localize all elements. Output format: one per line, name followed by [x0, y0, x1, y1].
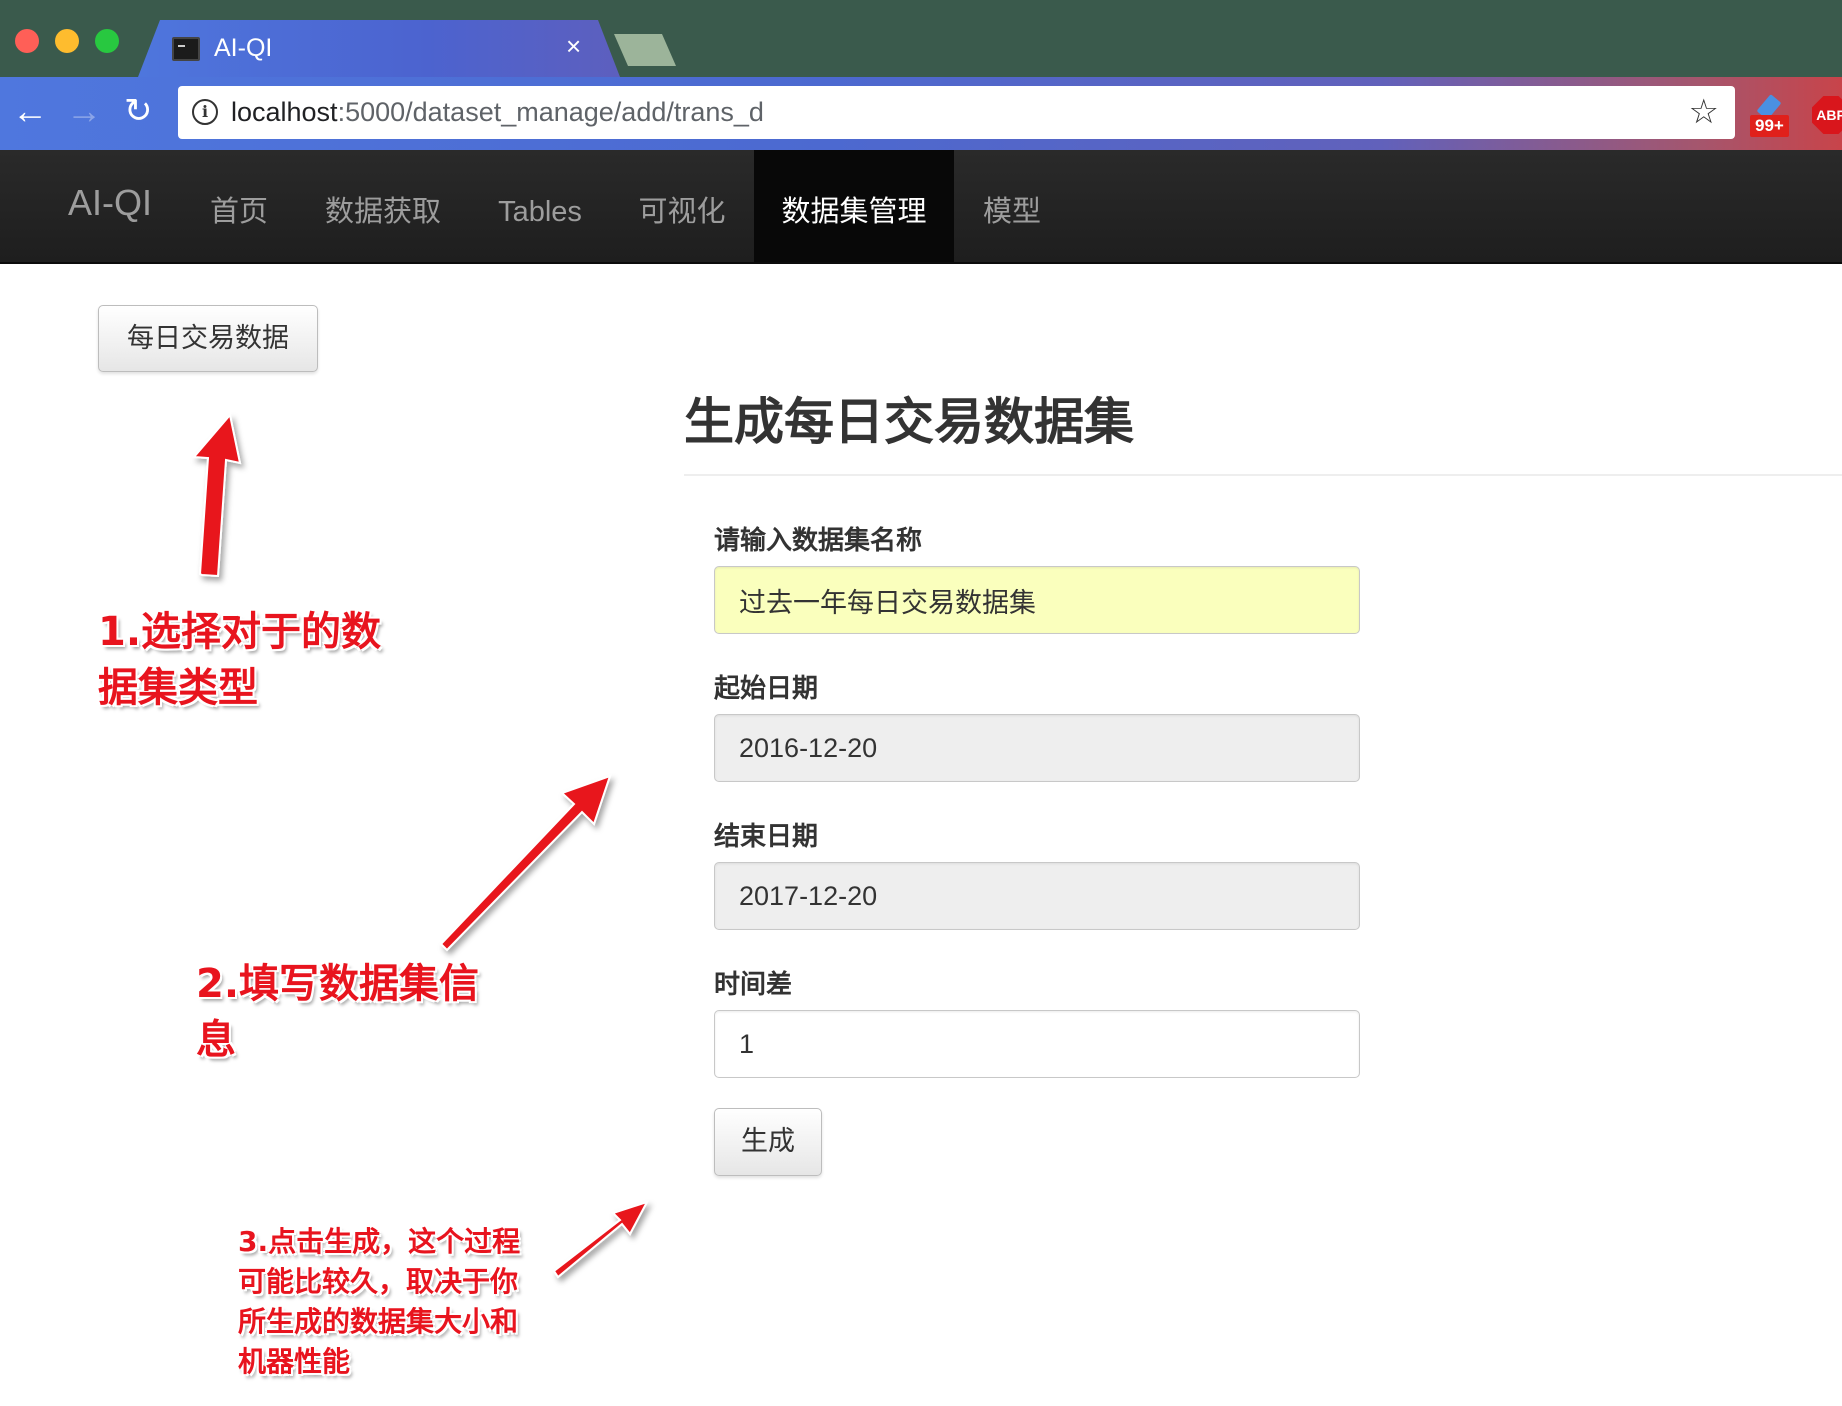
zoom-window-button[interactable] — [95, 29, 119, 53]
url-host: localhost — [231, 97, 338, 127]
generate-button[interactable]: 生成 — [714, 1108, 822, 1176]
annotation-step1: 1.选择对于的数 据集类型 — [98, 604, 381, 716]
annotation-step3-line1: 3.点击生成，这个过程 — [238, 1225, 521, 1258]
app-navbar: AI-QI 首页 数据获取 Tables 可视化 数据集管理 模型 — [0, 150, 1842, 264]
terminal-favicon-icon — [172, 37, 200, 61]
browser-toolbar: ← → ↻ i localhost:5000/dataset_manage/ad… — [0, 77, 1842, 150]
nav-item-home[interactable]: 首页 — [192, 150, 286, 262]
nav-item-dataset-management[interactable]: 数据集管理 — [754, 150, 954, 262]
arrow-step2-icon — [439, 774, 612, 952]
bookmark-star-icon[interactable]: ☆ — [1689, 92, 1719, 132]
start-date-input[interactable] — [714, 714, 1360, 782]
annotation-step1-line2: 据集类型 — [98, 665, 258, 711]
time-lag-input[interactable] — [714, 1010, 1360, 1078]
page-title: 生成每日交易数据集 — [684, 394, 1134, 450]
info-icon[interactable]: i — [192, 99, 218, 125]
brand-logo[interactable]: AI-QI — [68, 182, 152, 224]
annotation-step2-line1: 2.填写数据集信 — [196, 961, 480, 1007]
close-window-button[interactable] — [15, 29, 39, 53]
extension-badge[interactable]: 99+ — [1750, 115, 1789, 137]
browser-titlebar: AI-QI × — [0, 0, 1842, 77]
nav-item-tables[interactable]: Tables — [480, 150, 600, 262]
annotation-step1-line1: 1.选择对于的数 — [98, 609, 382, 655]
arrow-step3-icon — [552, 1200, 650, 1279]
dataset-name-label: 请输入数据集名称 — [714, 525, 923, 555]
end-date-input[interactable] — [714, 862, 1360, 930]
annotation-step3-line3: 所生成的数据集大小和 — [238, 1305, 519, 1338]
url-text[interactable]: localhost:5000/dataset_manage/add/trans_… — [231, 97, 764, 128]
dataset-type-daily-trade-button[interactable]: 每日交易数据 — [98, 305, 318, 372]
arrow-step1-icon — [191, 412, 242, 578]
start-date-label: 起始日期 — [714, 673, 819, 703]
tab-title: AI-QI — [214, 34, 273, 62]
browser-tab-active[interactable]: AI-QI × — [138, 20, 620, 77]
annotation-step3-line2: 可能比较久，取决于你 — [238, 1265, 519, 1298]
nav-item-data-acquisition[interactable]: 数据获取 — [308, 150, 458, 262]
reload-icon[interactable]: ↻ — [124, 91, 153, 131]
tab-close-icon[interactable]: × — [566, 31, 581, 61]
address-bar[interactable]: i localhost:5000/dataset_manage/add/tran… — [178, 86, 1735, 139]
nav-item-visualization[interactable]: 可视化 — [622, 150, 742, 262]
annotation-step2: 2.填写数据集信 息 — [196, 956, 479, 1068]
nav-item-model[interactable]: 模型 — [966, 150, 1058, 262]
annotation-step3-line4: 机器性能 — [238, 1345, 351, 1378]
title-divider — [684, 474, 1842, 476]
annotation-step2-line2: 息 — [196, 1017, 236, 1063]
url-path: :5000/dataset_manage/add/trans_d — [337, 97, 764, 127]
forward-arrow-icon[interactable]: → — [66, 91, 102, 131]
minimize-window-button[interactable] — [55, 29, 79, 53]
back-arrow-icon[interactable]: ← — [12, 91, 48, 131]
dataset-name-input[interactable] — [714, 566, 1360, 634]
new-tab-button[interactable] — [614, 34, 676, 66]
annotation-step3: 3.点击生成，这个过程 可能比较久，取决于你 所生成的数据集大小和 机器性能 — [238, 1222, 520, 1382]
end-date-label: 结束日期 — [714, 821, 819, 851]
time-lag-label: 时间差 — [714, 969, 793, 999]
